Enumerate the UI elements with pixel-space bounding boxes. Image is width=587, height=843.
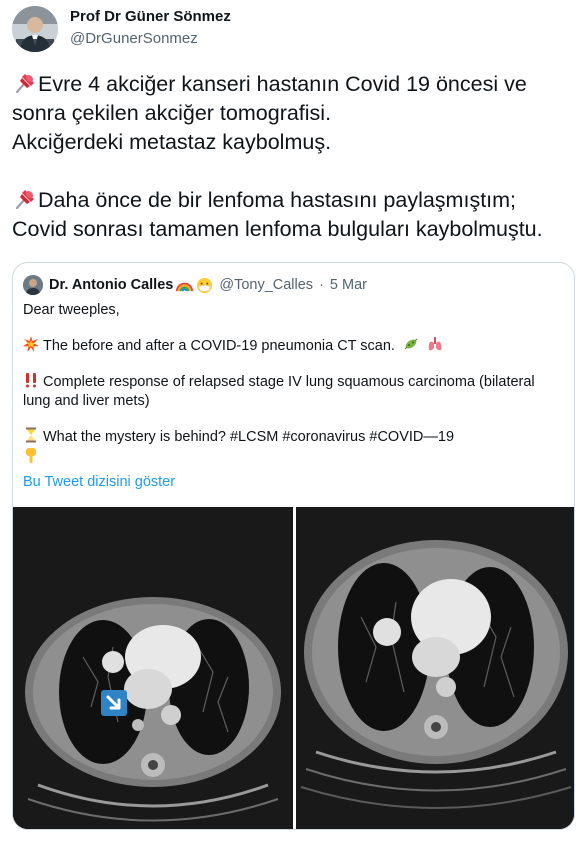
quoted-greeting: Dear tweeples,	[23, 302, 120, 318]
tweet-line-2: sonra çekilen akciğer tomografisi.	[12, 101, 332, 125]
tweet-line-1: Evre 4 akciğer kanseri hastanın Covid 19…	[38, 72, 527, 96]
author-handle[interactable]: @DrGunerSonmez	[70, 30, 198, 47]
quoted-para-2: Complete response of relapsed stage IV l…	[23, 374, 535, 409]
tweet-line-3: Akciğerdeki metastaz kaybolmuş.	[12, 130, 332, 154]
show-thread-link[interactable]: Bu Tweet dizisini göster	[23, 474, 175, 490]
quoted-author-name[interactable]: Dr. Antonio Calles	[49, 277, 173, 293]
lungs-icon	[428, 337, 442, 351]
hourglass-icon	[26, 427, 36, 443]
tweet-text: Evre 4 akciğer kanseri hastanın Covid 19…	[12, 70, 580, 244]
quoted-para-3: What the mystery is behind? #LCSM #coron…	[43, 429, 455, 445]
microbe-icon	[404, 338, 418, 350]
quoted-author-handle[interactable]: @Tony_Calles	[219, 277, 313, 293]
quoted-tweet-header: Dr. Antonio Calles @Tony_Calles · 5 Mar	[23, 275, 367, 295]
author-name[interactable]: Prof Dr Güner Sönmez	[70, 8, 231, 25]
mask-face-icon	[197, 277, 213, 293]
double-exclamation-icon	[26, 373, 36, 388]
rainbow-icon	[176, 282, 194, 291]
ct-scan-before-image[interactable]	[13, 507, 293, 829]
pushpin-icon	[15, 190, 34, 210]
quoted-author-avatar[interactable]	[23, 275, 43, 295]
quoted-tweet-date[interactable]: 5 Mar	[330, 277, 367, 293]
author-avatar[interactable]	[12, 6, 58, 52]
quoted-tweet-card[interactable]: Dr. Antonio Calles @Tony_Calles · 5 Mar …	[12, 262, 575, 830]
quoted-tweet-text: Dear tweeples, The before and after a CO…	[23, 301, 563, 467]
pushpin-icon	[15, 74, 34, 94]
collision-icon	[23, 336, 39, 352]
tweet-line-5: Covid sonrası tamamen lenfoma bulguları …	[12, 217, 543, 241]
tweet-line-4: Daha önce de bir lenfoma hastasını payla…	[38, 188, 517, 212]
pointing-down-icon	[26, 448, 36, 463]
meta-separator: ·	[319, 277, 324, 293]
ct-scan-after-image[interactable]	[296, 507, 574, 829]
quoted-para-1: The before and after a COVID-19 pneumoni…	[43, 338, 395, 354]
